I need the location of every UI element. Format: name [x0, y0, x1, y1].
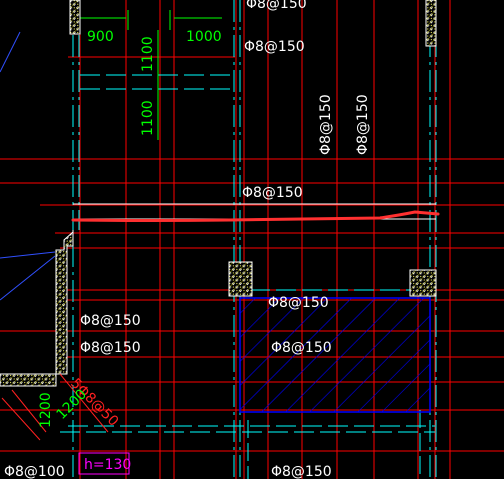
column-top-left	[69, 0, 81, 35]
column-mid-left	[228, 261, 253, 297]
rebar-label-hatched-top: Φ8@150	[268, 295, 329, 311]
rebar-label-bottom-left: Φ8@100	[4, 464, 65, 479]
outline-lines	[72, 203, 436, 246]
rebar-label-hatched-mid: Φ8@150	[271, 340, 332, 356]
cad-drawing-canvas: Φ8@150 Φ8@150 Φ8@150 Φ8@150 Φ8@150 Φ8@15…	[0, 0, 504, 479]
dimension-1000: 1000	[186, 29, 222, 45]
rebar-label-left-1: Φ8@150	[80, 313, 141, 329]
rebar-label-middle: Φ8@150	[242, 185, 303, 201]
rebar-label-vertical-2: Φ8@150	[355, 94, 371, 155]
rebar-label-vertical-1: Φ8@150	[318, 94, 334, 155]
hatched-slab-region	[239, 297, 431, 413]
rebar-label-top: Φ8@150	[244, 39, 305, 55]
dimension-900: 900	[87, 29, 114, 45]
rebar-label-left-2: Φ8@150	[80, 340, 141, 356]
rebar-label-bottom: Φ8@150	[271, 464, 332, 479]
rebar-label-top-partial: Φ8@150	[246, 0, 307, 12]
dimension-1100-bottom: 1100	[140, 100, 156, 136]
left-wall-boundary	[0, 230, 74, 387]
thickness-tag: h=130	[84, 457, 131, 473]
left-diagonals	[0, 31, 56, 301]
column-mid-right	[409, 269, 437, 297]
dimension-1200-a: 1200	[38, 392, 54, 428]
dimension-1100-top: 1100	[140, 36, 156, 72]
column-top-right	[425, 0, 437, 47]
